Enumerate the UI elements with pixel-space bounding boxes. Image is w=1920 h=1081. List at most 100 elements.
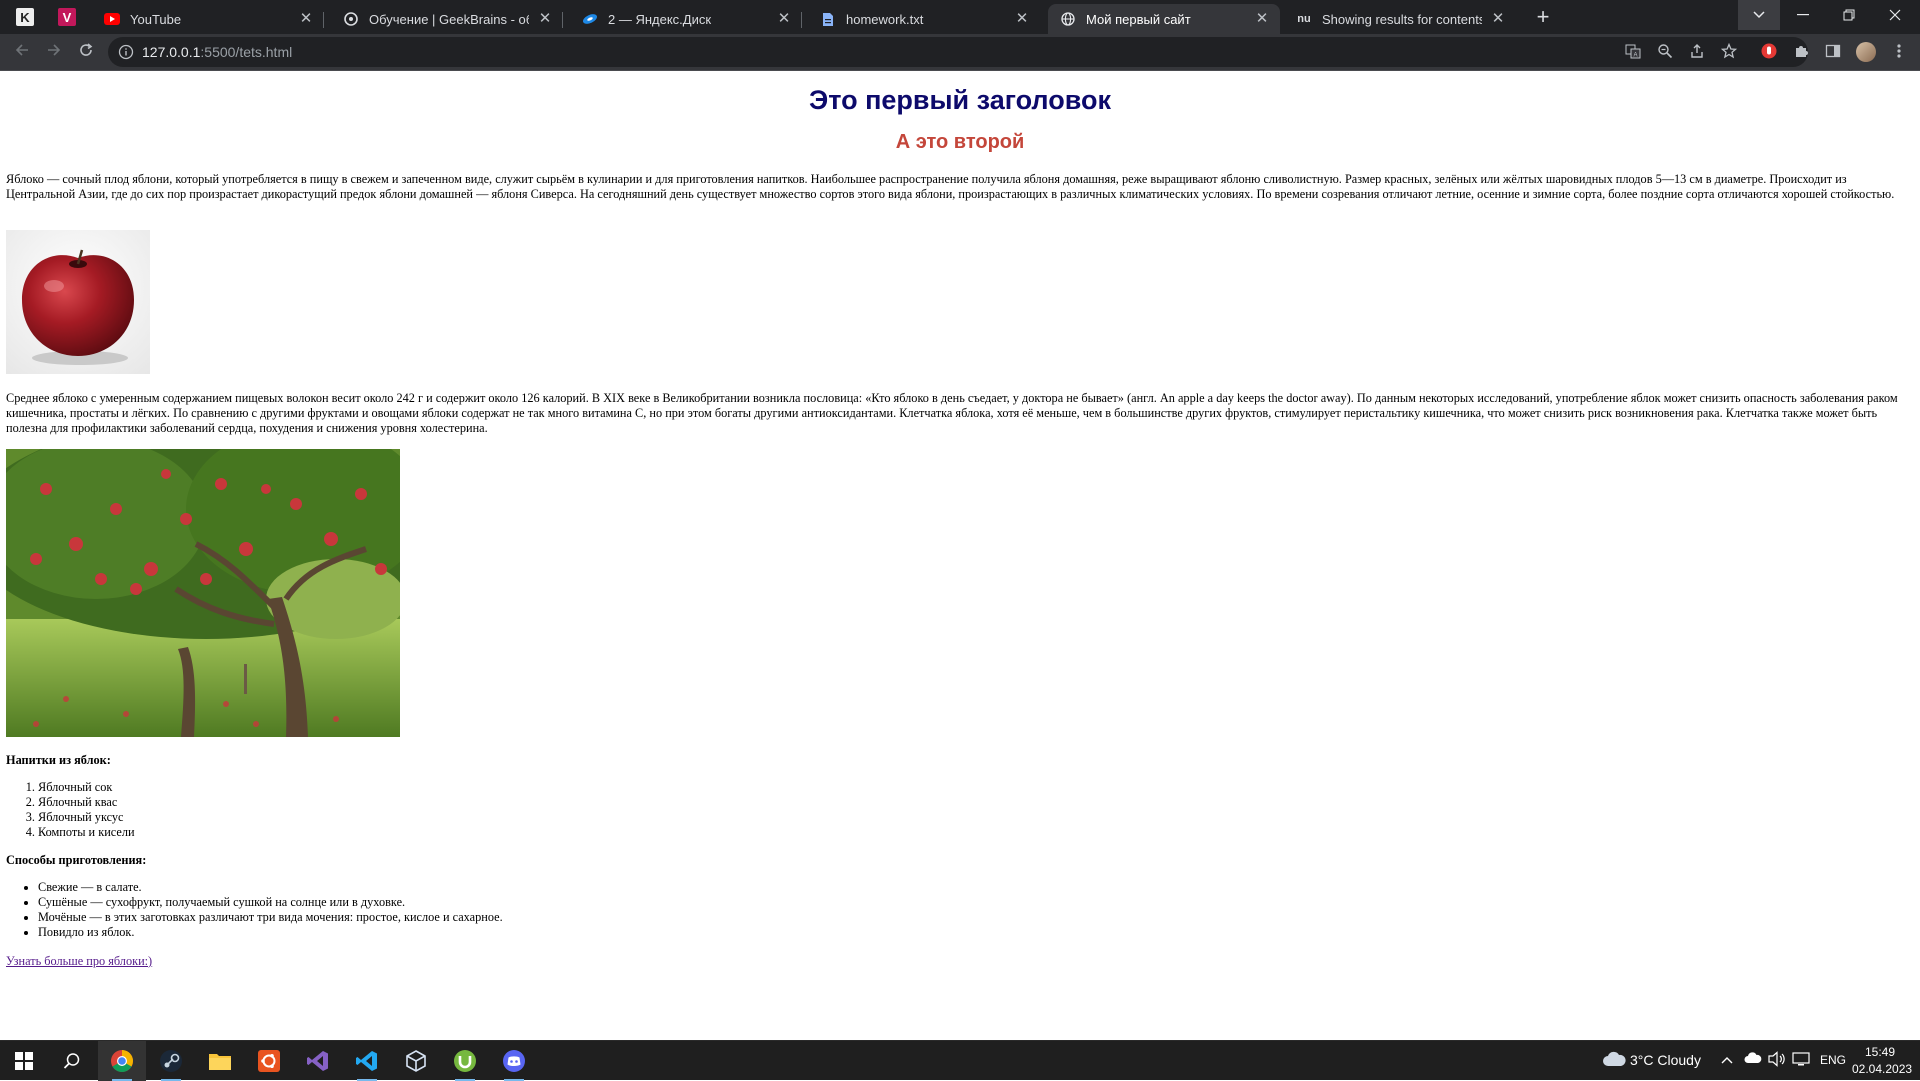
tab-title: Showing results for contents of t xyxy=(1322,11,1482,27)
close-icon xyxy=(1889,9,1901,21)
close-tab-icon[interactable]: ✕ xyxy=(1254,11,1270,27)
apple-tree-image xyxy=(0,419,446,737)
taskbar-chrome[interactable] xyxy=(98,1041,146,1081)
clock-time: 15:49 xyxy=(1864,1045,1896,1059)
list-item: Мочёные — в этих заготовках различают тр… xyxy=(38,910,503,925)
reload-button[interactable] xyxy=(74,40,98,64)
chrome-icon xyxy=(111,1050,133,1072)
visual-studio-icon xyxy=(307,1051,328,1071)
cloudy-weather-icon[interactable] xyxy=(1602,1051,1626,1069)
weather-text[interactable]: 3°C Cloudy xyxy=(1630,1052,1701,1068)
k-icon: K xyxy=(16,8,34,26)
clock[interactable]: 15:49 02.04.2023 xyxy=(1852,1044,1913,1078)
minimize-button[interactable] xyxy=(1780,0,1826,30)
restore-button[interactable] xyxy=(1826,0,1872,30)
new-tab-button[interactable]: + xyxy=(1530,6,1556,30)
page-content: Это первый заголовок А это второй Яблоко… xyxy=(0,71,1920,1040)
page-heading-2: А это второй xyxy=(895,131,1025,153)
info-icon[interactable] xyxy=(118,44,134,60)
tab-strip: K V YouTube ✕ Обучение | GeekBrains - об… xyxy=(0,0,1920,34)
paragraph-apple-description: Яблоко — сочный плод яблони, который упо… xyxy=(6,172,1895,201)
share-icon[interactable] xyxy=(1688,43,1706,61)
url-text: 127.0.0.1:5500/tets.html xyxy=(142,44,292,60)
methods-list: Свежие — в салате. Сушёные — сухофрукт, … xyxy=(6,880,503,940)
windows-start-icon xyxy=(15,1052,33,1070)
tab-search-results[interactable]: nu Showing results for contents of t ✕ xyxy=(1284,4,1516,34)
close-tab-icon[interactable]: ✕ xyxy=(776,11,792,27)
list-item: Повидло из яблок. xyxy=(38,925,503,940)
tab-my-first-site[interactable]: Мой первый сайт ✕ xyxy=(1048,4,1280,34)
close-tab-icon[interactable]: ✕ xyxy=(1490,11,1506,27)
taskbar-visual-studio[interactable] xyxy=(294,1041,342,1081)
search-icon xyxy=(63,1053,80,1069)
tab-title: Мой первый сайт xyxy=(1086,11,1191,27)
list-item: Сушёные — сухофрукт, получаемый сушкой н… xyxy=(38,895,503,910)
page-heading-1: Это первый заголовок xyxy=(809,85,1111,115)
taskbar-search-button[interactable] xyxy=(48,1041,96,1081)
tab-search-button[interactable] xyxy=(1738,0,1780,30)
list-item: Яблочный сок xyxy=(38,780,135,795)
utorrent-icon xyxy=(454,1050,476,1072)
geekbrains-icon xyxy=(343,11,359,27)
drinks-heading: Напитки из яблок: xyxy=(6,753,111,767)
taskbar-box-app[interactable] xyxy=(392,1041,440,1081)
taskbar-vscode[interactable] xyxy=(343,1041,391,1081)
drinks-list: Яблочный сок Яблочный квас Яблочный уксу… xyxy=(6,780,135,840)
onedrive-cloud-icon[interactable] xyxy=(1744,1051,1762,1069)
file-explorer-icon xyxy=(209,1054,231,1070)
tab-title: homework.txt xyxy=(846,11,924,27)
close-tab-icon[interactable]: ✕ xyxy=(537,11,553,27)
box-icon xyxy=(406,1050,426,1072)
chevron-down-icon xyxy=(1753,11,1765,19)
forward-button[interactable] xyxy=(42,40,66,64)
list-item: Компоты и кисели xyxy=(38,825,135,840)
taskbar-file-explorer[interactable] xyxy=(196,1041,244,1081)
taskbar-steam[interactable] xyxy=(147,1041,195,1081)
discord-icon xyxy=(503,1050,525,1072)
tab-yandex-disk[interactable]: 2 — Яндекс.Диск ✕ xyxy=(570,4,802,34)
globe-icon xyxy=(1060,11,1076,27)
tab-title: YouTube xyxy=(130,11,182,27)
network-icon[interactable] xyxy=(1792,1051,1810,1069)
yandex-disk-icon xyxy=(582,11,598,27)
bookmark-star-icon[interactable] xyxy=(1720,42,1738,61)
tab-separator xyxy=(801,12,802,28)
tab-youtube[interactable]: YouTube ✕ xyxy=(92,4,324,34)
arrow-right-icon xyxy=(48,44,61,56)
list-item: Яблочный квас xyxy=(38,795,135,810)
close-tab-icon[interactable]: ✕ xyxy=(298,11,314,27)
volume-icon[interactable] xyxy=(1768,1051,1786,1069)
taskbar-discord[interactable] xyxy=(490,1041,538,1081)
taskbar-ubuntu[interactable] xyxy=(245,1041,293,1081)
start-button[interactable] xyxy=(0,1041,48,1081)
close-tab-icon[interactable]: ✕ xyxy=(1014,11,1030,27)
restore-icon xyxy=(1843,9,1855,21)
address-bar[interactable]: 127.0.0.1:5500/tets.html A xyxy=(108,37,1808,67)
list-item: Яблочный уксус xyxy=(38,810,135,825)
taskbar-utorrent[interactable] xyxy=(441,1041,489,1081)
extensions-puzzle-icon[interactable] xyxy=(1792,43,1810,61)
zoom-icon[interactable] xyxy=(1656,43,1674,61)
translate-icon[interactable]: A xyxy=(1624,43,1642,61)
extension-red-icon[interactable] xyxy=(1760,43,1778,61)
svg-text:A: A xyxy=(1634,53,1638,59)
tab-homework[interactable]: homework.txt ✕ xyxy=(808,4,1040,34)
tab-geekbrains[interactable]: Обучение | GeekBrains - образо ✕ xyxy=(331,4,563,34)
language-indicator[interactable]: ENG xyxy=(1820,1053,1846,1067)
list-item: Свежие — в салате. xyxy=(38,880,503,895)
side-panel-icon[interactable] xyxy=(1824,43,1842,61)
pinned-tab-v[interactable]: V xyxy=(50,4,84,30)
learn-more-link[interactable]: Узнать больше про яблоки:) xyxy=(6,954,152,969)
v-icon: V xyxy=(58,8,76,26)
methods-heading: Способы приготовления: xyxy=(6,853,147,867)
profile-avatar[interactable] xyxy=(1856,42,1876,62)
clock-date: 02.04.2023 xyxy=(1852,1062,1913,1076)
chevron-up-icon[interactable] xyxy=(1718,1051,1736,1069)
reload-icon xyxy=(80,43,93,56)
url-path: :5500/tets.html xyxy=(200,44,293,60)
menu-kebab-icon[interactable] xyxy=(1890,43,1908,61)
close-window-button[interactable] xyxy=(1872,0,1918,30)
pinned-tab-k[interactable]: K xyxy=(8,4,42,30)
back-button[interactable] xyxy=(10,40,34,64)
tab-title: Обучение | GeekBrains - образо xyxy=(369,11,529,27)
